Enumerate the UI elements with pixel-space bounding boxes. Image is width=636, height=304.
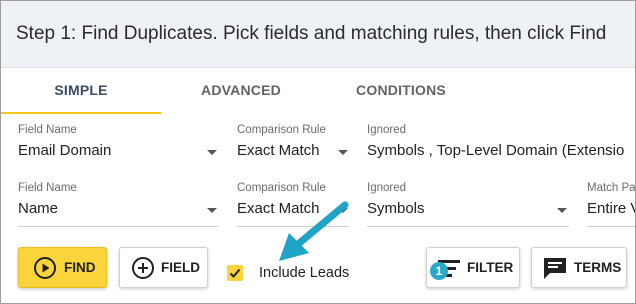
filter-button-label: FILTER (467, 260, 514, 275)
tab-simple[interactable]: SIMPLE (1, 68, 161, 114)
field-name-label: Field Name (18, 124, 77, 136)
comparison-rule-label: Comparison Rule (237, 124, 326, 136)
field-name-select-2[interactable]: Field Name Name (18, 182, 218, 228)
filter-count-badge: 1 (430, 262, 448, 280)
field-underline (18, 226, 218, 227)
field-name-select-1[interactable]: Field Name Email Domain (18, 124, 218, 170)
find-button[interactable]: FIND (18, 247, 107, 288)
add-field-button-label: FIELD (161, 260, 200, 275)
ignored-value: Symbols (367, 200, 425, 217)
match-part-select-2[interactable]: Match Pa Entire V (587, 182, 636, 228)
ignored-select-1[interactable]: Ignored Symbols , Top-Level Domain (Exte… (367, 124, 635, 170)
dedupe-panel: Step 1: Find Duplicates. Pick fields and… (0, 0, 636, 304)
add-circle-icon (132, 257, 154, 279)
terms-button[interactable]: TERMS (531, 247, 627, 288)
checkmark-icon (229, 268, 241, 278)
match-part-value: Entire V (587, 200, 636, 217)
comparison-rule-select-1[interactable]: Comparison Rule Exact Match (237, 124, 349, 170)
tab-bar: SIMPLE ADVANCED CONDITIONS (1, 68, 635, 114)
chevron-down-icon (207, 208, 217, 213)
find-button-label: FIND (64, 260, 96, 275)
ignored-label: Ignored (367, 182, 407, 194)
message-icon (544, 258, 566, 279)
ignored-select-2[interactable]: Ignored Symbols (367, 182, 569, 228)
tab-advanced[interactable]: ADVANCED (161, 68, 321, 114)
add-field-button[interactable]: FIELD (119, 247, 208, 288)
chevron-down-icon (338, 150, 348, 155)
chevron-down-icon (207, 150, 217, 155)
play-circle-icon (34, 257, 56, 279)
ignored-label: Ignored (367, 124, 407, 136)
field-name-value: Name (18, 200, 59, 217)
ignored-value: Symbols , Top-Level Domain (Extensio (367, 142, 625, 159)
terms-button-label: TERMS (574, 260, 622, 275)
match-part-label: Match Pa (587, 182, 636, 194)
include-leads-checkbox[interactable] (227, 265, 243, 281)
field-underline (367, 226, 569, 227)
comparison-rule-label: Comparison Rule (237, 182, 326, 194)
chevron-down-icon (557, 208, 567, 213)
page-title: Step 1: Find Duplicates. Pick fields and… (16, 23, 607, 44)
field-underline (587, 226, 635, 227)
header-bar: Step 1: Find Duplicates. Pick fields and… (1, 1, 635, 68)
include-leads-label: Include Leads (259, 265, 350, 281)
tab-conditions[interactable]: CONDITIONS (321, 68, 481, 114)
field-name-label: Field Name (18, 182, 77, 194)
pointer-arrow-icon (279, 201, 349, 261)
field-name-value: Email Domain (18, 142, 112, 159)
comparison-rule-value: Exact Match (237, 142, 320, 159)
